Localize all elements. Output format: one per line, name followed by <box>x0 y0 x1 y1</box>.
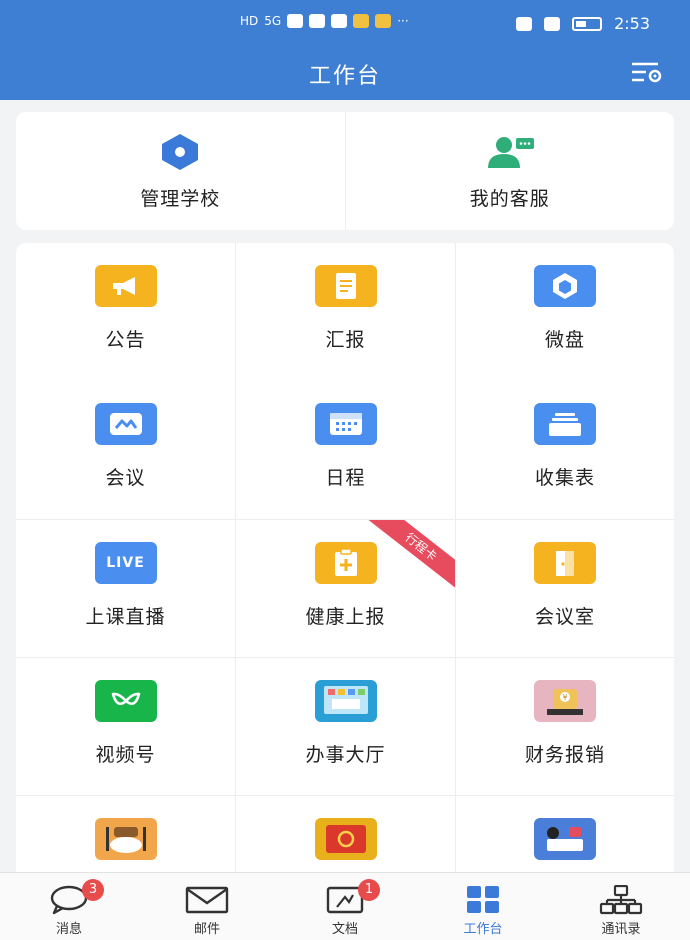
itinerary-card-ribbon: 行程卡 <box>366 520 455 593</box>
status-right-icons: 2:53 <box>516 14 650 33</box>
tab-label: 消息 <box>55 922 82 937</box>
apps-grid-card: 公告 汇报 微盘 会议 日程 收集表 LIVE 上课直播 行程卡 健康上报 会议… <box>16 243 674 883</box>
app-label: 健康上报 <box>305 606 386 628</box>
app-report[interactable]: 汇报 <box>235 243 455 381</box>
manage-school-label: 管理学校 <box>140 187 221 210</box>
app-label: 财务报销 <box>524 744 605 766</box>
customer-service-label: 我的客服 <box>469 187 550 210</box>
hd-icon: HD <box>240 14 259 28</box>
app-label: 上课直播 <box>85 606 166 628</box>
messages-badge: 3 <box>82 879 104 901</box>
app-announcement[interactable]: 公告 <box>16 243 235 381</box>
app-label: 公告 <box>105 329 146 351</box>
app-label: 汇报 <box>325 329 366 351</box>
app-label: 视频号 <box>95 744 156 766</box>
workbench-icon <box>467 886 499 913</box>
cloud-icon <box>331 14 348 28</box>
app-calendar[interactable]: 日程 <box>235 381 455 519</box>
meeting-icon <box>94 403 157 445</box>
contacts-icon <box>599 885 643 915</box>
customer-service-button[interactable]: 我的客服 <box>344 112 675 230</box>
app-label: 办事大厅 <box>305 744 386 766</box>
channels-icon <box>94 680 157 722</box>
weibo-icon <box>353 14 370 28</box>
tab-messages[interactable]: 3 消息 <box>0 873 138 940</box>
top-header: HD 5G ··· 2:53 工作台 <box>0 0 690 100</box>
repair-icon <box>534 818 596 860</box>
tab-mail[interactable]: 邮件 <box>138 873 276 940</box>
calendar-icon <box>314 403 377 445</box>
svg-text:¥: ¥ <box>562 693 567 702</box>
app-cloud-disk[interactable]: 微盘 <box>455 243 674 381</box>
form-icon <box>534 403 596 445</box>
tab-documents[interactable]: 1 文档 <box>276 873 414 940</box>
live-icon: LIVE <box>94 542 157 584</box>
app-label: 收集表 <box>534 467 595 489</box>
status-bar: HD 5G ··· 2:53 <box>0 12 690 40</box>
tab-contacts[interactable]: 通讯录 <box>552 873 690 940</box>
wechat-icon <box>287 14 304 28</box>
manage-school-button[interactable]: 管理学校 <box>16 112 345 230</box>
app-label: 日程 <box>325 467 366 489</box>
app-label: 会议室 <box>534 606 595 628</box>
cafeteria-icon <box>94 818 157 860</box>
top-actions-card: 管理学校 我的客服 <box>16 112 674 230</box>
apps-grid: 公告 汇报 微盘 会议 日程 收集表 LIVE 上课直播 行程卡 健康上报 会议… <box>16 243 674 883</box>
service-hall-icon <box>314 680 377 722</box>
tab-workbench[interactable]: 工作台 <box>414 873 552 940</box>
status-left-icons: HD 5G ··· <box>240 14 409 28</box>
megaphone-icon <box>94 265 157 307</box>
documents-badge: 1 <box>358 879 380 901</box>
settings-button[interactable] <box>630 60 664 84</box>
app-channels[interactable]: 视频号 <box>16 657 235 795</box>
health-report-icon <box>314 542 377 584</box>
app-repair[interactable] <box>455 795 674 883</box>
app-finance-reimbursement[interactable]: ¥ 财务报销 <box>455 657 674 795</box>
cloud-disk-icon <box>534 265 596 307</box>
battery-icon <box>572 16 603 31</box>
nfc-icon <box>516 16 533 31</box>
more-dots-icon: ··· <box>397 14 409 28</box>
app-live-class[interactable]: LIVE 上课直播 <box>16 519 235 657</box>
app-party[interactable] <box>235 795 455 883</box>
report-icon <box>314 265 377 307</box>
bottom-tab-bar: 3 消息 邮件 1 文档 工作台 通讯录 <box>0 872 690 940</box>
live-text: LIVE <box>106 555 145 571</box>
customer-service-icon <box>487 136 534 168</box>
tab-label: 文档 <box>331 922 358 937</box>
hexagon-icon <box>162 133 199 170</box>
mail-icon <box>185 886 229 914</box>
app-label: 会议 <box>105 467 146 489</box>
finance-icon: ¥ <box>534 680 596 722</box>
meeting-room-icon <box>534 542 596 584</box>
app-health-report[interactable]: 行程卡 健康上报 <box>235 519 455 657</box>
party-icon <box>314 818 377 860</box>
mail-icon <box>375 14 392 28</box>
app-meeting[interactable]: 会议 <box>16 381 235 519</box>
tab-label: 通讯录 <box>601 922 641 937</box>
app-label: 微盘 <box>544 329 585 351</box>
qq-icon <box>309 14 326 28</box>
list-settings-icon <box>632 62 662 83</box>
status-time: 2:53 <box>614 14 650 33</box>
signal-5g-icon: 5G <box>264 14 282 28</box>
alarm-icon <box>544 16 561 31</box>
app-cafeteria[interactable] <box>16 795 235 883</box>
tab-label: 工作台 <box>463 922 503 937</box>
app-collection-form[interactable]: 收集表 <box>455 381 674 519</box>
app-service-hall[interactable]: 办事大厅 <box>235 657 455 795</box>
page-title: 工作台 <box>308 64 381 89</box>
app-meeting-room[interactable]: 会议室 <box>455 519 674 657</box>
tab-label: 邮件 <box>193 922 220 937</box>
